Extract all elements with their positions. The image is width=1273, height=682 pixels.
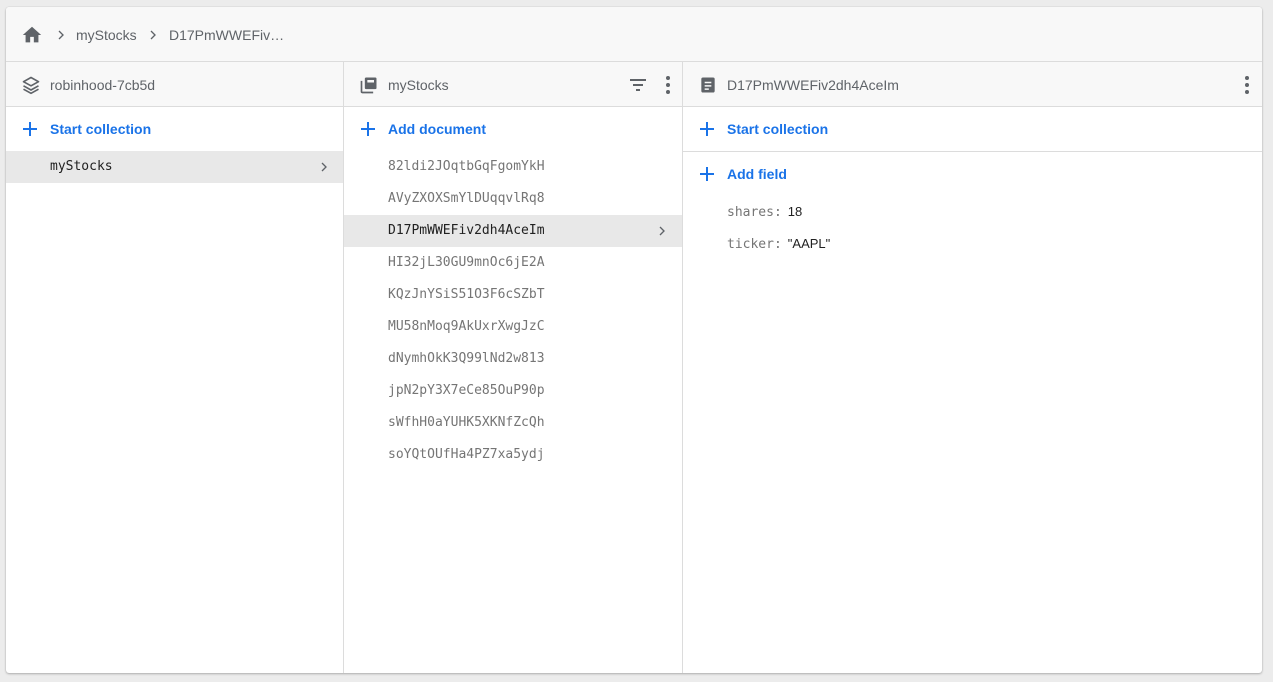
- firestore-data-panel: myStocks D17PmWWEFiv… robinhood-7cb5d St…: [6, 7, 1262, 673]
- field-key: shares:: [727, 205, 782, 220]
- document-id: HI32jL30GU9mnOc6jE2A: [388, 255, 545, 270]
- add-field-button[interactable]: Add field: [683, 152, 1262, 196]
- plus-icon: [698, 165, 716, 183]
- collection-icon: [359, 75, 379, 95]
- home-icon[interactable]: [21, 24, 43, 46]
- breadcrumb-item-document[interactable]: D17PmWWEFiv…: [169, 26, 284, 44]
- start-collection-label: Start collection: [727, 121, 829, 137]
- document-row[interactable]: 82ldi2JOqtbGqFgomYkH: [344, 151, 682, 183]
- breadcrumb-item-collection[interactable]: myStocks: [76, 26, 137, 44]
- document-id: AVyZXOXSmYlDUqqvlRq8: [388, 191, 545, 206]
- root-column-header: robinhood-7cb5d: [6, 62, 343, 107]
- document-id: D17PmWWEFiv2dh4AceIm: [388, 223, 545, 238]
- more-vert-icon[interactable]: [656, 73, 680, 97]
- add-document-button[interactable]: Add document: [344, 107, 682, 151]
- document-row[interactable]: dNymhOkK3Q99lNd2w813: [344, 343, 682, 375]
- plus-icon: [21, 120, 39, 138]
- collection-title: myStocks: [388, 77, 449, 93]
- document-row[interactable]: AVyZXOXSmYlDUqqvlRq8: [344, 183, 682, 215]
- document-id: soYQtOUfHa4PZ7xa5ydj: [388, 447, 545, 462]
- document-id: dNymhOkK3Q99lNd2w813: [388, 351, 545, 366]
- document-column: D17PmWWEFiv2dh4AceIm Start collection Ad…: [683, 62, 1262, 673]
- chevron-right-icon: [654, 223, 670, 239]
- field-row-ticker[interactable]: ticker: "AAPL": [727, 235, 830, 253]
- field-key: ticker:: [727, 237, 782, 252]
- root-column: robinhood-7cb5d Start collection myStock…: [6, 62, 344, 673]
- chevron-right-icon: [53, 27, 69, 43]
- document-id: KQzJnYSiS51O3F6cSZbT: [388, 287, 545, 302]
- start-collection-label: Start collection: [50, 121, 152, 137]
- collection-item-label: myStocks: [50, 159, 113, 174]
- chevron-right-icon: [145, 27, 161, 43]
- field-row-shares[interactable]: shares: 18: [727, 203, 802, 221]
- field-value: 18: [787, 204, 803, 219]
- collection-column-header: myStocks: [344, 62, 682, 107]
- document-row[interactable]: KQzJnYSiS51O3F6cSZbT: [344, 279, 682, 311]
- document-title: D17PmWWEFiv2dh4AceIm: [727, 77, 899, 93]
- add-document-label: Add document: [388, 121, 486, 137]
- document-column-header: D17PmWWEFiv2dh4AceIm: [683, 62, 1262, 107]
- field-value: "AAPL": [787, 236, 831, 251]
- document-row-selected[interactable]: D17PmWWEFiv2dh4AceIm: [344, 215, 682, 247]
- document-row[interactable]: sWfhH0aYUHK5XKNfZcQh: [344, 407, 682, 439]
- breadcrumb: myStocks D17PmWWEFiv…: [6, 7, 1262, 62]
- add-field-label: Add field: [727, 166, 787, 182]
- document-icon: [698, 75, 718, 95]
- collection-item-mystocks[interactable]: myStocks: [6, 151, 343, 183]
- filter-icon[interactable]: [626, 73, 650, 97]
- plus-icon: [698, 120, 716, 138]
- plus-icon: [359, 120, 377, 138]
- start-collection-button[interactable]: Start collection: [6, 107, 343, 151]
- document-id: MU58nMoq9AkUxrXwgJzC: [388, 319, 545, 334]
- project-title: robinhood-7cb5d: [50, 77, 156, 93]
- document-id: 82ldi2JOqtbGqFgomYkH: [388, 159, 545, 174]
- collection-column: myStocks Add document 82ldi2JOqtbGqFgomY…: [344, 62, 683, 673]
- chevron-right-icon: [316, 159, 332, 175]
- database-icon: [21, 75, 41, 95]
- more-vert-icon[interactable]: [1235, 73, 1259, 97]
- document-id: sWfhH0aYUHK5XKNfZcQh: [388, 415, 545, 430]
- document-row[interactable]: HI32jL30GU9mnOc6jE2A: [344, 247, 682, 279]
- document-row[interactable]: MU58nMoq9AkUxrXwgJzC: [344, 311, 682, 343]
- start-subcollection-button[interactable]: Start collection: [683, 107, 1262, 151]
- document-row[interactable]: soYQtOUfHa4PZ7xa5ydj: [344, 439, 682, 471]
- document-row[interactable]: jpN2pY3X7eCe85OuP90p: [344, 375, 682, 407]
- document-id: jpN2pY3X7eCe85OuP90p: [388, 383, 545, 398]
